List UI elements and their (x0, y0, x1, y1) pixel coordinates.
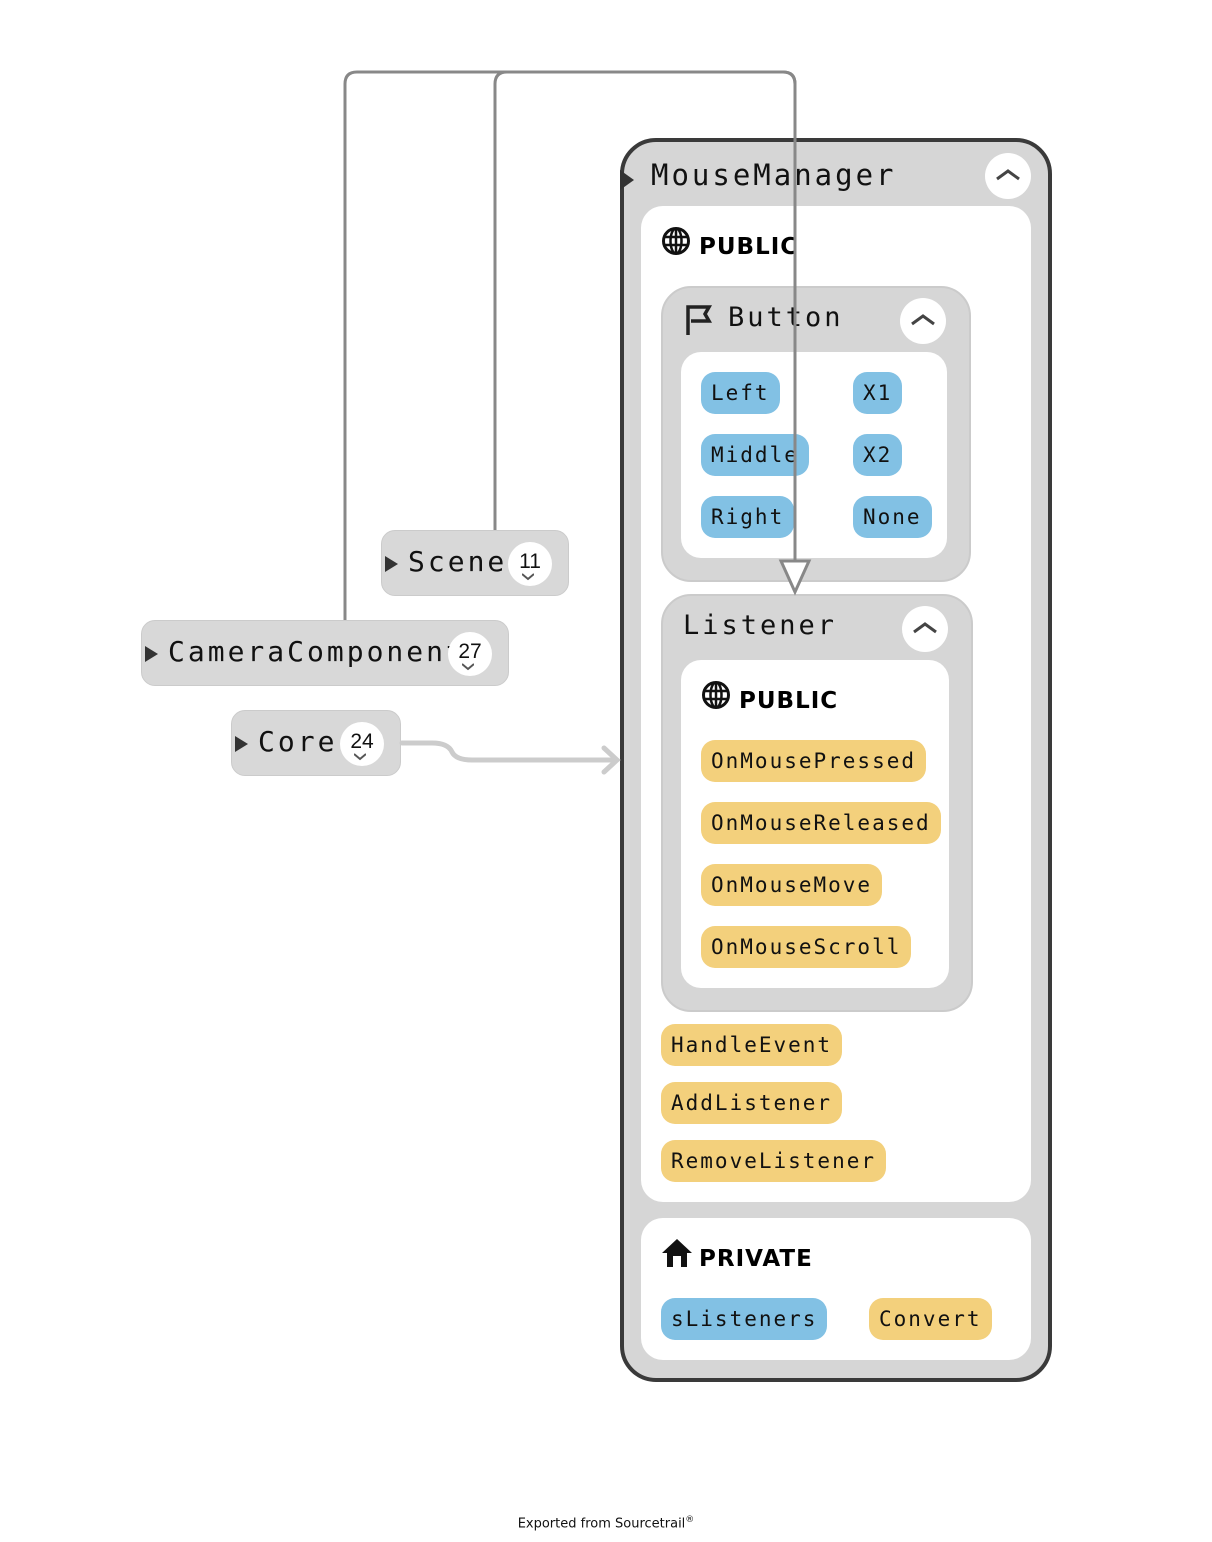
house-icon (662, 1239, 692, 1267)
node-core[interactable]: Core 24 (231, 710, 401, 776)
node-scene-count-badge[interactable]: 11 (508, 542, 552, 586)
usage-arrowhead (601, 745, 621, 775)
method-handleevent[interactable]: HandleEvent (661, 1024, 843, 1066)
enum-value-left[interactable]: Left (701, 372, 780, 414)
registered-mark: ® (685, 1515, 695, 1525)
expand-triangle-icon[interactable] (235, 736, 248, 752)
chevron-up-icon (911, 314, 935, 326)
enum-value-none[interactable]: None (853, 496, 932, 538)
node-cameracomponent-count-badge[interactable]: 27 (448, 632, 492, 676)
chevron-down-icon (354, 753, 366, 761)
listener-public-label: PUBLIC (739, 688, 839, 714)
chevron-up-icon (996, 169, 1020, 181)
private-section-label: PRIVATE (699, 1246, 813, 1272)
chevron-down-icon (462, 663, 474, 671)
node-scene[interactable]: Scene 11 (381, 530, 569, 596)
chevron-up-icon (913, 622, 937, 634)
footer-text: Exported from Sourcetrail (517, 1516, 686, 1532)
enum-value-middle[interactable]: Middle (701, 434, 809, 476)
node-button-enum[interactable]: Button Left Middle Right X1 X2 None (661, 286, 971, 582)
node-scene-label: Scene (408, 545, 508, 578)
enum-value-x1[interactable]: X1 (853, 372, 903, 414)
node-mousemanager-title: MouseManager (651, 158, 897, 192)
collapse-listener-button[interactable] (902, 606, 948, 652)
node-cameracomponent-label: CameraComponent (168, 635, 466, 668)
private-section: PRIVATE sListeners Convert (641, 1218, 1031, 1360)
chevron-down-icon (522, 573, 534, 581)
export-footer: Exported from Sourcetrail® (0, 1515, 1212, 1531)
expand-triangle-icon[interactable] (145, 646, 158, 662)
globe-icon (662, 227, 690, 255)
node-core-count-badge[interactable]: 24 (340, 722, 384, 766)
node-cameracomponent[interactable]: CameraComponent 27 (141, 620, 509, 686)
method-convert[interactable]: Convert (869, 1298, 992, 1340)
node-listener[interactable]: Listener PUBLIC OnMousePressed OnMouseRe… (661, 594, 973, 1012)
edge-core-usage[interactable] (399, 740, 619, 763)
method-removelistener[interactable]: RemoveListener (661, 1140, 887, 1182)
globe-icon (702, 681, 730, 709)
node-mousemanager[interactable]: MouseManager PUBLIC Button Left Middle R… (620, 138, 1052, 1382)
method-addlistener[interactable]: AddListener (661, 1082, 843, 1124)
enum-value-right[interactable]: Right (701, 496, 795, 538)
node-core-label: Core (258, 725, 338, 758)
flag-icon (686, 305, 713, 335)
field-slisteners[interactable]: sListeners (661, 1298, 828, 1340)
node-button-title: Button (728, 302, 844, 333)
method-onmousereleased[interactable]: OnMouseReleased (701, 802, 941, 844)
collapse-mousemanager-button[interactable] (985, 153, 1031, 199)
listener-public-section: PUBLIC OnMousePressed OnMouseReleased On… (681, 660, 949, 988)
expand-triangle-icon[interactable] (385, 556, 398, 572)
node-listener-title: Listener (683, 610, 838, 641)
enum-value-x2[interactable]: X2 (853, 434, 903, 476)
collapse-button-enum-button[interactable] (900, 298, 946, 344)
button-enum-values: Left Middle Right X1 X2 None (681, 352, 947, 558)
method-onmousescroll[interactable]: OnMouseScroll (701, 926, 912, 968)
method-onmousemove[interactable]: OnMouseMove (701, 864, 883, 906)
method-onmousepressed[interactable]: OnMousePressed (701, 740, 927, 782)
public-section-label: PUBLIC (699, 234, 799, 260)
focus-triangle-icon (620, 170, 634, 190)
public-section: PUBLIC Button Left Middle Right X1 X2 No… (641, 206, 1031, 1202)
